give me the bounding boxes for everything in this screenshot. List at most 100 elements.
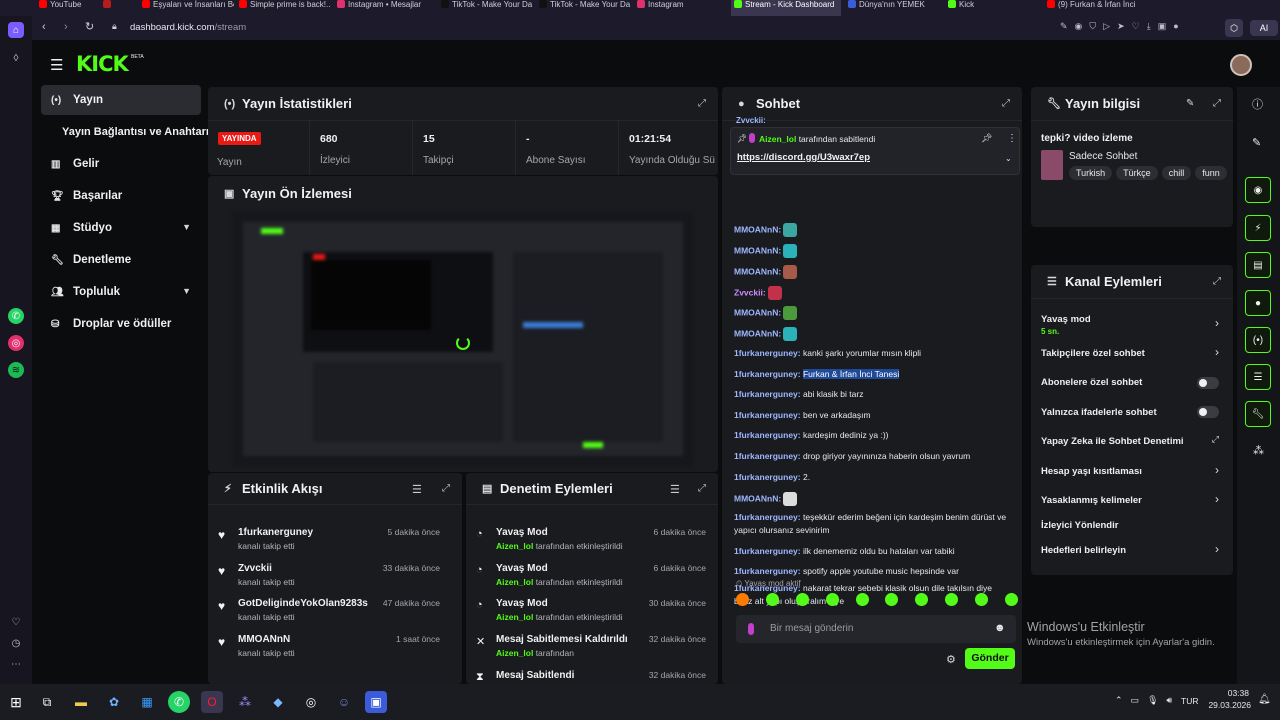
task-view-icon[interactable]: ⧉ (36, 691, 58, 713)
quick-emote-icon[interactable] (915, 593, 929, 606)
quick-emote-icon[interactable] (795, 593, 809, 606)
browser-tab[interactable]: TikTok - Make Your Da (438, 0, 533, 16)
browser-tab[interactable]: YouTube (36, 0, 96, 16)
subscribers-only-toggle[interactable] (1197, 377, 1219, 389)
discord-icon[interactable]: ☺ (333, 691, 355, 713)
mic-icon[interactable]: 🎙︎ (1147, 695, 1158, 706)
more-icon[interactable]: ⋯ (8, 656, 24, 672)
pinned-link[interactable]: https://discord.gg/U3waxr7ep (737, 152, 870, 163)
chat-widget-button[interactable]: ● (1245, 290, 1271, 316)
quick-emote-icon[interactable] (825, 593, 839, 606)
activity-widget-button[interactable]: ⚡︎ (1245, 215, 1271, 241)
action-followers-only[interactable]: Takipçilere özel sohbet (1041, 348, 1223, 359)
nav-item-basarilar[interactable]: 🏆︎ Başarılar (41, 181, 201, 211)
quick-emote-icon[interactable] (885, 593, 899, 606)
activity-user[interactable]: Zvvckii (238, 563, 272, 574)
send-button[interactable]: Gönder (965, 648, 1015, 669)
chat-username[interactable]: 1furkanerguney: (734, 451, 801, 461)
nav-item-stream-key[interactable]: Yayın Bağlantısı ve Anahtarı (41, 117, 211, 147)
forward-icon[interactable]: › (64, 21, 68, 33)
activity-user[interactable]: 1furkanerguney (238, 527, 313, 538)
url-field[interactable]: dashboard.kick.com/stream (130, 22, 246, 33)
chevron-right-icon[interactable]: › (1215, 463, 1219, 477)
stats-widget-button[interactable]: (•) (1245, 327, 1271, 353)
emoji-icon[interactable]: ☻ (994, 622, 1006, 634)
copilot-icon[interactable]: ✿ (103, 691, 125, 713)
browser-tab[interactable]: Instagram (634, 0, 729, 16)
chevron-right-icon[interactable]: › (1215, 316, 1219, 330)
chat-username[interactable]: MMOANnN: (734, 307, 781, 317)
action-banned-words[interactable]: Yasaklanmış kelimeler (1041, 495, 1223, 506)
play-icon[interactable]: ▷ (1103, 21, 1110, 35)
store-icon[interactable]: ▦ (136, 691, 158, 713)
chevron-down-icon[interactable]: ⌄ (1005, 154, 1012, 163)
edit-icon[interactable]: ✎ (1186, 98, 1194, 109)
action-ai-moderation[interactable]: Yapay Zeka ile Sohbet Denetimi (1041, 436, 1223, 447)
menu-icon[interactable]: ☰ (50, 56, 63, 74)
moderator-name[interactable]: Aizen_lol (496, 577, 533, 587)
info-widget-button[interactable]: 🔧︎ (1245, 401, 1271, 427)
heart-icon[interactable]: ♡ (1132, 21, 1140, 35)
filter-icon[interactable]: ☰ (412, 483, 422, 496)
quick-emote-icon[interactable] (975, 593, 988, 606)
chat-username[interactable]: 1furkanerguney: (734, 410, 801, 420)
pencil-icon[interactable]: ✎ (1252, 136, 1261, 149)
edit-icon[interactable]: ✎ (1060, 21, 1068, 35)
expand-icon[interactable]: ⤢ (1213, 276, 1221, 287)
nav-item-studyo[interactable]: ▦ Stüdyo ▼ (41, 213, 201, 243)
avatar[interactable] (1230, 54, 1252, 76)
info-icon[interactable]: ⓘ (1252, 96, 1263, 112)
emotes-only-toggle[interactable] (1197, 406, 1219, 418)
steam-icon[interactable]: ◆ (267, 691, 289, 713)
spotify-icon[interactable]: ≋ (8, 362, 24, 378)
browser-tab[interactable]: Simple prime is back!... (236, 0, 331, 16)
nav-item-yayin[interactable]: (•) Yayın (41, 85, 201, 115)
chat-username[interactable]: MMOANnN: (734, 266, 781, 276)
chat-username[interactable]: MMOANnN: (734, 493, 781, 503)
ai-button[interactable]: AI (1250, 20, 1278, 36)
moderation-widget-button[interactable]: ▤ (1245, 252, 1271, 278)
site-info-icon[interactable]: 🔒︎ (112, 21, 117, 32)
tray-arrow-icon[interactable]: ⌃ (1115, 695, 1123, 706)
network-icon[interactable]: ▭ (1131, 695, 1140, 706)
nav-item-denetleme[interactable]: 🔧︎ Denetleme (41, 245, 201, 275)
chevron-right-icon[interactable]: › (1215, 492, 1219, 506)
obs-icon[interactable]: ◎ (300, 691, 322, 713)
action-raid[interactable]: İzleyici Yönlendir (1041, 520, 1223, 531)
box-icon[interactable]: ▣ (1158, 21, 1167, 35)
browser-tab[interactable]: Kick (945, 0, 1040, 16)
quick-emote-icon[interactable] (1004, 593, 1018, 606)
chevron-right-icon[interactable]: › (1215, 542, 1219, 556)
settings-gear-icon[interactable]: ⚙︎ (946, 653, 956, 666)
chat-username[interactable]: 1furkanerguney: (734, 512, 801, 522)
windows-start-icon[interactable]: ⊞ (5, 691, 27, 713)
add-widget-icon[interactable]: ⁂ (1253, 444, 1264, 457)
browser-tab[interactable]: Dünya'nın YEMEK (845, 0, 940, 16)
reload-icon[interactable]: ↻ (85, 20, 94, 33)
file-explorer-icon[interactable]: ▬ (70, 691, 92, 713)
category-name[interactable]: Sadece Sohbet (1069, 151, 1137, 162)
chat-username[interactable]: MMOANnN: (734, 224, 781, 234)
chat-username[interactable]: 1furkanerguney: (734, 389, 801, 399)
external-link-icon[interactable]: ⤢ (1212, 434, 1219, 445)
moderator-name[interactable]: Aizen_lol (496, 541, 533, 551)
opera-icon[interactable]: O (201, 691, 223, 713)
nav-item-droplar[interactable]: ⛁ Droplar ve ödüller (41, 309, 201, 339)
browser-tab[interactable]: Stream - Kick Dashboard (731, 0, 841, 16)
expand-icon[interactable]: ⤢ (442, 483, 450, 494)
chat-input[interactable]: Bir mesaj gönderin ☻ (736, 615, 1016, 643)
filter-icon[interactable]: ☰ (670, 483, 680, 496)
chat-username[interactable]: 1furkanerguney: (734, 546, 801, 556)
browser-tab[interactable]: (9) Furkan & İrfan İnci (1044, 0, 1144, 16)
volume-icon[interactable]: 🔊︎ (1167, 695, 1173, 706)
kick-logo[interactable]: KICK (76, 52, 129, 76)
chat-username[interactable]: MMOANnN: (734, 245, 781, 255)
browser-tab[interactable]: TikTok - Make Your Da (536, 0, 631, 16)
camera-icon[interactable]: ◉ (1075, 21, 1083, 35)
favorites-icon[interactable]: ♡ (8, 614, 24, 630)
chat-username[interactable]: MMOANnN: (734, 328, 781, 338)
home-icon[interactable]: ⌂ (8, 22, 24, 38)
nav-item-topluluk[interactable]: 👥︎ Topluluk ▼ (41, 277, 201, 307)
download-icon[interactable]: ⤓ (1147, 21, 1151, 35)
app-icon[interactable]: ▣ (365, 691, 387, 713)
